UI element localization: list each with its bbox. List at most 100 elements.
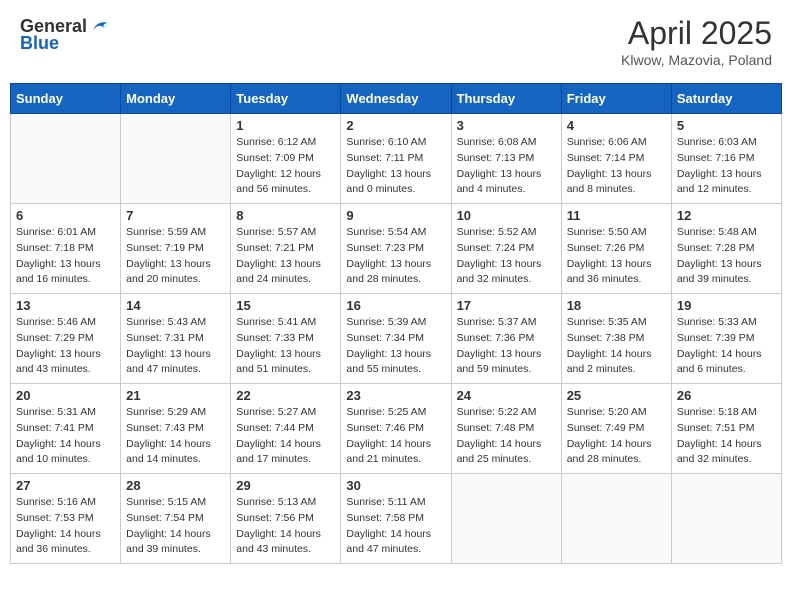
day-number: 24 bbox=[457, 388, 556, 403]
day-info: Sunrise: 5:46 AMSunset: 7:29 PMDaylight:… bbox=[16, 315, 115, 378]
day-info: Sunrise: 5:27 AMSunset: 7:44 PMDaylight:… bbox=[236, 405, 335, 468]
day-number: 23 bbox=[346, 388, 445, 403]
day-cell: 14Sunrise: 5:43 AMSunset: 7:31 PMDayligh… bbox=[121, 294, 231, 384]
day-info: Sunrise: 5:54 AMSunset: 7:23 PMDaylight:… bbox=[346, 225, 445, 288]
day-number: 6 bbox=[16, 208, 115, 223]
day-info: Sunrise: 5:13 AMSunset: 7:56 PMDaylight:… bbox=[236, 495, 335, 558]
day-info: Sunrise: 5:50 AMSunset: 7:26 PMDaylight:… bbox=[567, 225, 666, 288]
location: Klwow, Mazovia, Poland bbox=[621, 52, 772, 68]
week-row-5: 27 Sunrise: 5:16 AMSunset: 7:53 PMDayligh… bbox=[11, 474, 782, 564]
day-cell: 12 Sunrise: 5:48 AMSunset: 7:28 PMDayligh… bbox=[671, 204, 781, 294]
day-number: 29 bbox=[236, 478, 335, 493]
day-cell: 8Sunrise: 5:57 AMSunset: 7:21 PMDaylight… bbox=[231, 204, 341, 294]
day-cell: 21 Sunrise: 5:29 AMSunset: 7:43 PMDayligh… bbox=[121, 384, 231, 474]
header-thursday: Thursday bbox=[451, 84, 561, 114]
day-number: 9 bbox=[346, 208, 445, 223]
day-number: 22 bbox=[236, 388, 335, 403]
day-number: 30 bbox=[346, 478, 445, 493]
month-title: April 2025 bbox=[621, 15, 772, 52]
day-cell: 6Sunrise: 6:01 AMSunset: 7:18 PMDaylight… bbox=[11, 204, 121, 294]
week-row-4: 20 Sunrise: 5:31 AMSunset: 7:41 PMDayligh… bbox=[11, 384, 782, 474]
calendar-table: SundayMondayTuesdayWednesdayThursdayFrid… bbox=[10, 83, 782, 564]
header-tuesday: Tuesday bbox=[231, 84, 341, 114]
day-cell bbox=[671, 474, 781, 564]
calendar-header-row: SundayMondayTuesdayWednesdayThursdayFrid… bbox=[11, 84, 782, 114]
day-number: 26 bbox=[677, 388, 776, 403]
day-info: Sunrise: 5:59 AMSunset: 7:19 PMDaylight:… bbox=[126, 225, 225, 288]
day-info: Sunrise: 6:12 AMSunset: 7:09 PMDaylight:… bbox=[236, 135, 335, 198]
day-number: 12 bbox=[677, 208, 776, 223]
day-number: 2 bbox=[346, 118, 445, 133]
header-friday: Friday bbox=[561, 84, 671, 114]
day-number: 25 bbox=[567, 388, 666, 403]
day-cell: 27 Sunrise: 5:16 AMSunset: 7:53 PMDayligh… bbox=[11, 474, 121, 564]
day-number: 17 bbox=[457, 298, 556, 313]
day-cell: 19Sunrise: 5:33 AMSunset: 7:39 PMDayligh… bbox=[671, 294, 781, 384]
day-info: Sunrise: 5:31 AMSunset: 7:41 PMDaylight:… bbox=[16, 405, 115, 468]
day-cell: 29 Sunrise: 5:13 AMSunset: 7:56 PMDayligh… bbox=[231, 474, 341, 564]
day-cell: 1 Sunrise: 6:12 AMSunset: 7:09 PMDaylight… bbox=[231, 114, 341, 204]
header-saturday: Saturday bbox=[671, 84, 781, 114]
day-cell: 11Sunrise: 5:50 AMSunset: 7:26 PMDayligh… bbox=[561, 204, 671, 294]
day-info: Sunrise: 6:10 AMSunset: 7:11 PMDaylight:… bbox=[346, 135, 445, 198]
day-cell: 25 Sunrise: 5:20 AMSunset: 7:49 PMDayligh… bbox=[561, 384, 671, 474]
day-info: Sunrise: 5:22 AMSunset: 7:48 PMDaylight:… bbox=[457, 405, 556, 468]
day-number: 8 bbox=[236, 208, 335, 223]
day-info: Sunrise: 5:16 AMSunset: 7:53 PMDaylight:… bbox=[16, 495, 115, 558]
day-info: Sunrise: 5:39 AMSunset: 7:34 PMDaylight:… bbox=[346, 315, 445, 378]
day-cell: 16 Sunrise: 5:39 AMSunset: 7:34 PMDayligh… bbox=[341, 294, 451, 384]
day-cell: 10Sunrise: 5:52 AMSunset: 7:24 PMDayligh… bbox=[451, 204, 561, 294]
day-cell: 5 Sunrise: 6:03 AMSunset: 7:16 PMDaylight… bbox=[671, 114, 781, 204]
day-number: 16 bbox=[346, 298, 445, 313]
header-sunday: Sunday bbox=[11, 84, 121, 114]
day-cell: 24 Sunrise: 5:22 AMSunset: 7:48 PMDayligh… bbox=[451, 384, 561, 474]
header-monday: Monday bbox=[121, 84, 231, 114]
day-info: Sunrise: 5:25 AMSunset: 7:46 PMDaylight:… bbox=[346, 405, 445, 468]
day-info: Sunrise: 6:06 AMSunset: 7:14 PMDaylight:… bbox=[567, 135, 666, 198]
day-cell: 30Sunrise: 5:11 AMSunset: 7:58 PMDayligh… bbox=[341, 474, 451, 564]
week-row-2: 6Sunrise: 6:01 AMSunset: 7:18 PMDaylight… bbox=[11, 204, 782, 294]
day-cell: 26 Sunrise: 5:18 AMSunset: 7:51 PMDayligh… bbox=[671, 384, 781, 474]
day-info: Sunrise: 6:08 AMSunset: 7:13 PMDaylight:… bbox=[457, 135, 556, 198]
day-cell: 28 Sunrise: 5:15 AMSunset: 7:54 PMDayligh… bbox=[121, 474, 231, 564]
day-number: 4 bbox=[567, 118, 666, 133]
day-cell bbox=[561, 474, 671, 564]
day-cell bbox=[11, 114, 121, 204]
day-number: 27 bbox=[16, 478, 115, 493]
title-block: April 2025 Klwow, Mazovia, Poland bbox=[621, 15, 772, 68]
day-cell bbox=[451, 474, 561, 564]
logo: General Blue bbox=[20, 15, 111, 54]
day-number: 20 bbox=[16, 388, 115, 403]
day-cell: 22 Sunrise: 5:27 AMSunset: 7:44 PMDayligh… bbox=[231, 384, 341, 474]
day-info: Sunrise: 5:35 AMSunset: 7:38 PMDaylight:… bbox=[567, 315, 666, 378]
day-number: 7 bbox=[126, 208, 225, 223]
day-info: Sunrise: 5:20 AMSunset: 7:49 PMDaylight:… bbox=[567, 405, 666, 468]
day-number: 10 bbox=[457, 208, 556, 223]
day-cell: 15Sunrise: 5:41 AMSunset: 7:33 PMDayligh… bbox=[231, 294, 341, 384]
day-cell bbox=[121, 114, 231, 204]
day-cell: 18 Sunrise: 5:35 AMSunset: 7:38 PMDayligh… bbox=[561, 294, 671, 384]
day-cell: 3 Sunrise: 6:08 AMSunset: 7:13 PMDaylight… bbox=[451, 114, 561, 204]
day-number: 28 bbox=[126, 478, 225, 493]
day-number: 14 bbox=[126, 298, 225, 313]
logo-bird-icon bbox=[89, 15, 111, 37]
day-info: Sunrise: 5:18 AMSunset: 7:51 PMDaylight:… bbox=[677, 405, 776, 468]
day-info: Sunrise: 5:29 AMSunset: 7:43 PMDaylight:… bbox=[126, 405, 225, 468]
week-row-3: 13Sunrise: 5:46 AMSunset: 7:29 PMDayligh… bbox=[11, 294, 782, 384]
day-number: 21 bbox=[126, 388, 225, 403]
day-cell: 13Sunrise: 5:46 AMSunset: 7:29 PMDayligh… bbox=[11, 294, 121, 384]
day-info: Sunrise: 6:03 AMSunset: 7:16 PMDaylight:… bbox=[677, 135, 776, 198]
day-cell: 20 Sunrise: 5:31 AMSunset: 7:41 PMDayligh… bbox=[11, 384, 121, 474]
day-number: 1 bbox=[236, 118, 335, 133]
day-cell: 7 Sunrise: 5:59 AMSunset: 7:19 PMDaylight… bbox=[121, 204, 231, 294]
day-info: Sunrise: 5:37 AMSunset: 7:36 PMDaylight:… bbox=[457, 315, 556, 378]
day-number: 3 bbox=[457, 118, 556, 133]
week-row-1: 1 Sunrise: 6:12 AMSunset: 7:09 PMDaylight… bbox=[11, 114, 782, 204]
day-number: 19 bbox=[677, 298, 776, 313]
day-info: Sunrise: 5:15 AMSunset: 7:54 PMDaylight:… bbox=[126, 495, 225, 558]
page-header: General Blue April 2025 Klwow, Mazovia, … bbox=[10, 10, 782, 73]
day-info: Sunrise: 5:48 AMSunset: 7:28 PMDaylight:… bbox=[677, 225, 776, 288]
day-cell: 17 Sunrise: 5:37 AMSunset: 7:36 PMDayligh… bbox=[451, 294, 561, 384]
day-number: 18 bbox=[567, 298, 666, 313]
day-number: 5 bbox=[677, 118, 776, 133]
